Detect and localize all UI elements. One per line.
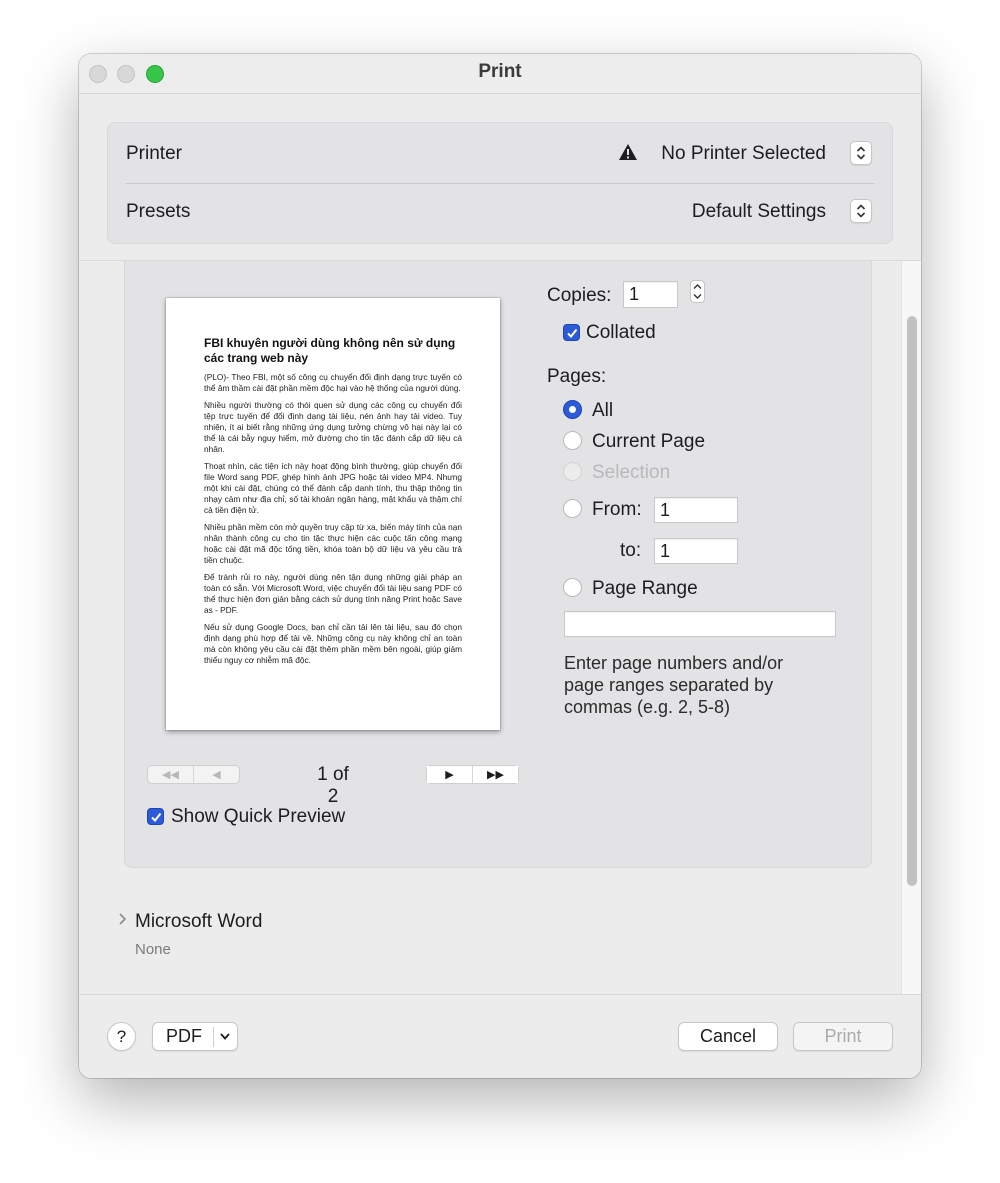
preview-paragraph: Nhiều người thường có thói quen sử dụng … [204,400,462,454]
pages-all-radio[interactable] [563,400,582,419]
show-quick-preview-label[interactable]: Show Quick Preview [171,806,345,828]
chevron-down-icon[interactable] [219,1032,231,1041]
up-down-chevron-icon [856,204,866,218]
pages-all-label[interactable]: All [592,400,613,422]
checkmark-icon [151,812,162,823]
page-range-field[interactable] [564,611,836,637]
preview-paragraph: Thoạt nhìn, các tiện ích này hoạt động b… [204,461,462,515]
pdf-menu-button[interactable]: PDF [152,1022,238,1051]
pages-current-radio[interactable] [563,431,582,450]
preview-heading: FBI khuyên người dùng không nên sử dụng … [204,336,456,365]
title-bar: Print [79,54,921,94]
print-button: Print [793,1022,893,1051]
printer-settings-panel: Printer No Printer Selected Presets Defa… [107,122,893,244]
printer-popup-value[interactable]: No Printer Selected [661,143,826,165]
pages-selection-label: Selection [592,462,671,483]
pdf-button-label: PDF [166,1026,202,1046]
pages-selection-radio [563,462,582,481]
page-indicator: 1 of 2 [317,764,349,807]
copies-label: Copies: [547,285,612,306]
scrollbar-thumb[interactable] [907,316,917,886]
up-down-chevron-icon [693,284,702,299]
app-section-title[interactable]: Microsoft Word [135,911,262,933]
presets-popup-button[interactable] [850,199,872,223]
options-scroll-area[interactable]: FBI khuyên người dùng không nên sử dụng … [79,260,921,995]
pages-from-label[interactable]: From: [592,499,642,521]
preview-forward-buttons: ▶ ▶▶ [426,765,519,784]
cancel-button[interactable]: Cancel [678,1022,778,1051]
dialog-footer: ? PDF Cancel Print [79,996,921,1078]
pages-from-radio[interactable] [563,499,582,518]
row-separator [126,183,874,184]
up-down-chevron-icon [856,146,866,160]
print-options-panel: FBI khuyên người dùng không nên sử dụng … [124,261,872,868]
pages-current-label[interactable]: Current Page [592,431,705,453]
preview-paragraph: Nếu sử dụng Google Docs, bạn chỉ cần tải… [204,622,462,665]
print-dialog: Print Printer No Printer Selected Preset… [79,54,921,1078]
pages-range-radio[interactable] [563,578,582,597]
chevron-right-icon[interactable] [117,912,127,926]
printer-popup-button[interactable] [850,141,872,165]
printer-label: Printer [126,143,182,164]
preview-paragraph: Nhiều phần mềm còn mở quyền truy cập từ … [204,522,462,565]
copies-field[interactable]: 1 [623,281,678,308]
pages-range-label[interactable]: Page Range [592,578,698,600]
preview-paragraph: (PLO)- Theo FBI, một số công cụ chuyển đ… [204,372,462,393]
next-page-button[interactable]: ▶ [427,766,473,783]
preview-paragraph: Để tránh rủi ro này, người dùng nên tận … [204,572,462,615]
vertical-scrollbar[interactable] [901,261,921,994]
app-section-subtitle: None [135,941,171,958]
last-page-button[interactable]: ▶▶ [473,766,518,783]
collated-checkbox[interactable] [563,324,580,341]
previous-page-button[interactable]: ◀ [194,766,239,783]
pages-to-label: to: [620,540,642,561]
presets-popup-value[interactable]: Default Settings [692,201,826,223]
show-quick-preview-checkbox[interactable] [147,808,164,825]
presets-label: Presets [126,201,191,222]
window-title: Print [478,61,522,82]
collated-label[interactable]: Collated [586,322,656,344]
help-button[interactable]: ? [107,1022,136,1051]
preview-back-buttons: ◀◀ ◀ [147,765,240,784]
pages-label: Pages: [547,366,607,387]
warning-icon [619,144,637,160]
copies-stepper[interactable] [690,280,705,303]
from-page-field[interactable]: 1 [654,497,738,523]
to-page-field[interactable]: 1 [654,538,738,564]
pdf-button-divider [213,1027,214,1047]
first-page-button[interactable]: ◀◀ [148,766,194,783]
checkmark-icon [567,328,578,339]
page-range-help: Enter page numbers and/or page ranges se… [564,653,784,717]
print-preview-page: FBI khuyên người dùng không nên sử dụng … [166,298,500,730]
